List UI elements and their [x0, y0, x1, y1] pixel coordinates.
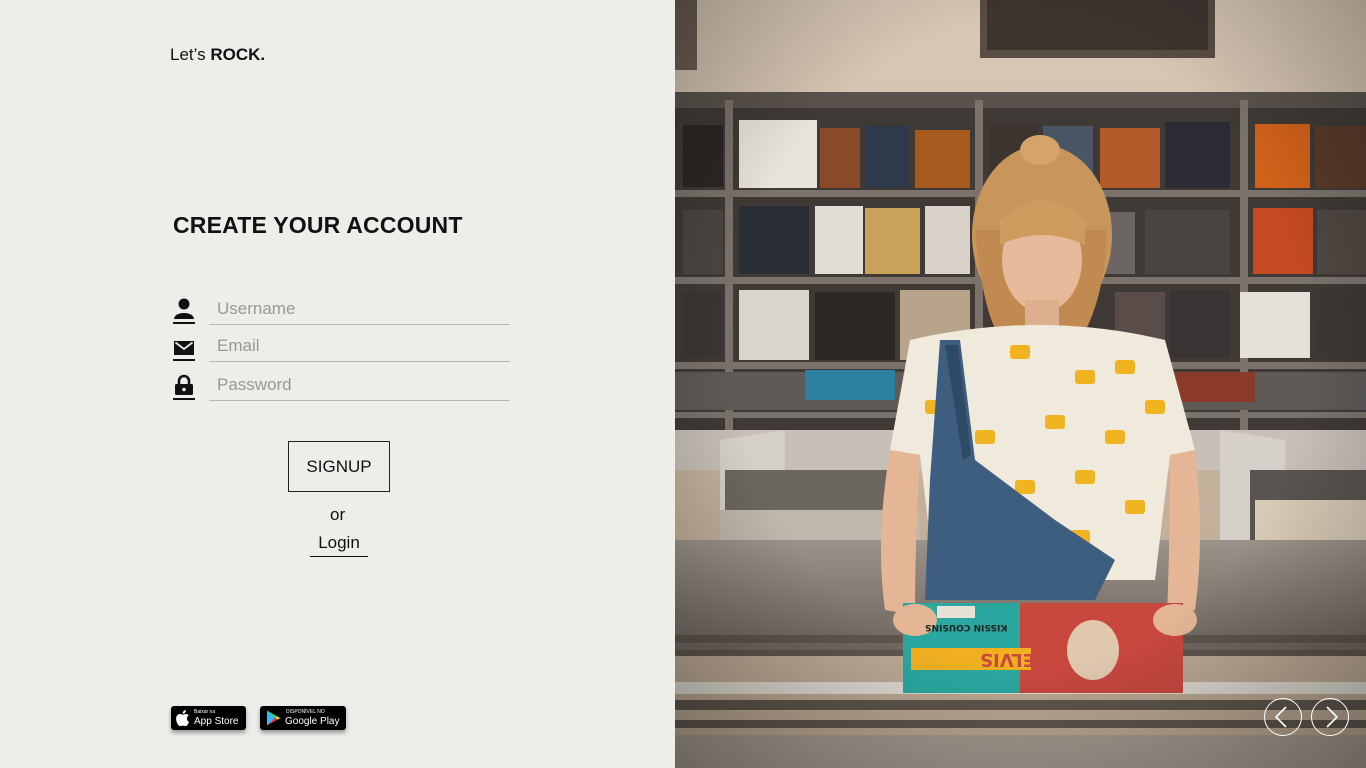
- page-title: CREATE YOUR ACCOUNT: [173, 212, 463, 238]
- password-field-group: [173, 372, 510, 404]
- login-link[interactable]: Login: [310, 533, 368, 557]
- username-field-group: [173, 296, 510, 328]
- user-icon: [173, 298, 195, 324]
- apple-icon: [176, 710, 189, 726]
- hero-image: ELVIS KISSIN COUSINS: [675, 0, 1366, 768]
- chevron-right-icon: [1326, 706, 1339, 728]
- signup-panel: Let’s ROCK. CREATE YOUR ACCOUNT SIGNUP o…: [0, 0, 675, 768]
- appstore-large-text: App Store: [194, 716, 239, 727]
- brand-logo: Let’s ROCK.: [170, 45, 265, 65]
- brand-bold: ROCK.: [210, 45, 266, 64]
- app-store-badge[interactable]: Baixar na App Store: [171, 706, 246, 730]
- or-separator: or: [330, 505, 346, 524]
- google-play-icon: [267, 710, 281, 726]
- chevron-left-icon: [1274, 706, 1287, 728]
- album-subtitle-text: KISSIN COUSINS: [925, 622, 1008, 632]
- googleplay-small-text: DISPONÍVEL NO: [286, 709, 325, 715]
- googleplay-large-text: Google Play: [285, 716, 340, 727]
- email-field-group: [173, 333, 510, 365]
- password-input[interactable]: [209, 372, 510, 401]
- next-slide-button[interactable]: [1311, 698, 1349, 736]
- appstore-small-text: Baixar na: [194, 709, 216, 715]
- google-play-badge[interactable]: DISPONÍVEL NO Google Play: [260, 706, 346, 730]
- envelope-icon: [173, 335, 195, 361]
- username-input[interactable]: [209, 296, 510, 325]
- lock-icon: [173, 374, 195, 400]
- signup-button[interactable]: SIGNUP: [288, 441, 390, 492]
- email-input[interactable]: [209, 333, 510, 362]
- brand-prefix: Let’s: [170, 45, 211, 64]
- prev-slide-button[interactable]: [1264, 698, 1302, 736]
- album-cover-text: ELVIS: [980, 649, 1035, 670]
